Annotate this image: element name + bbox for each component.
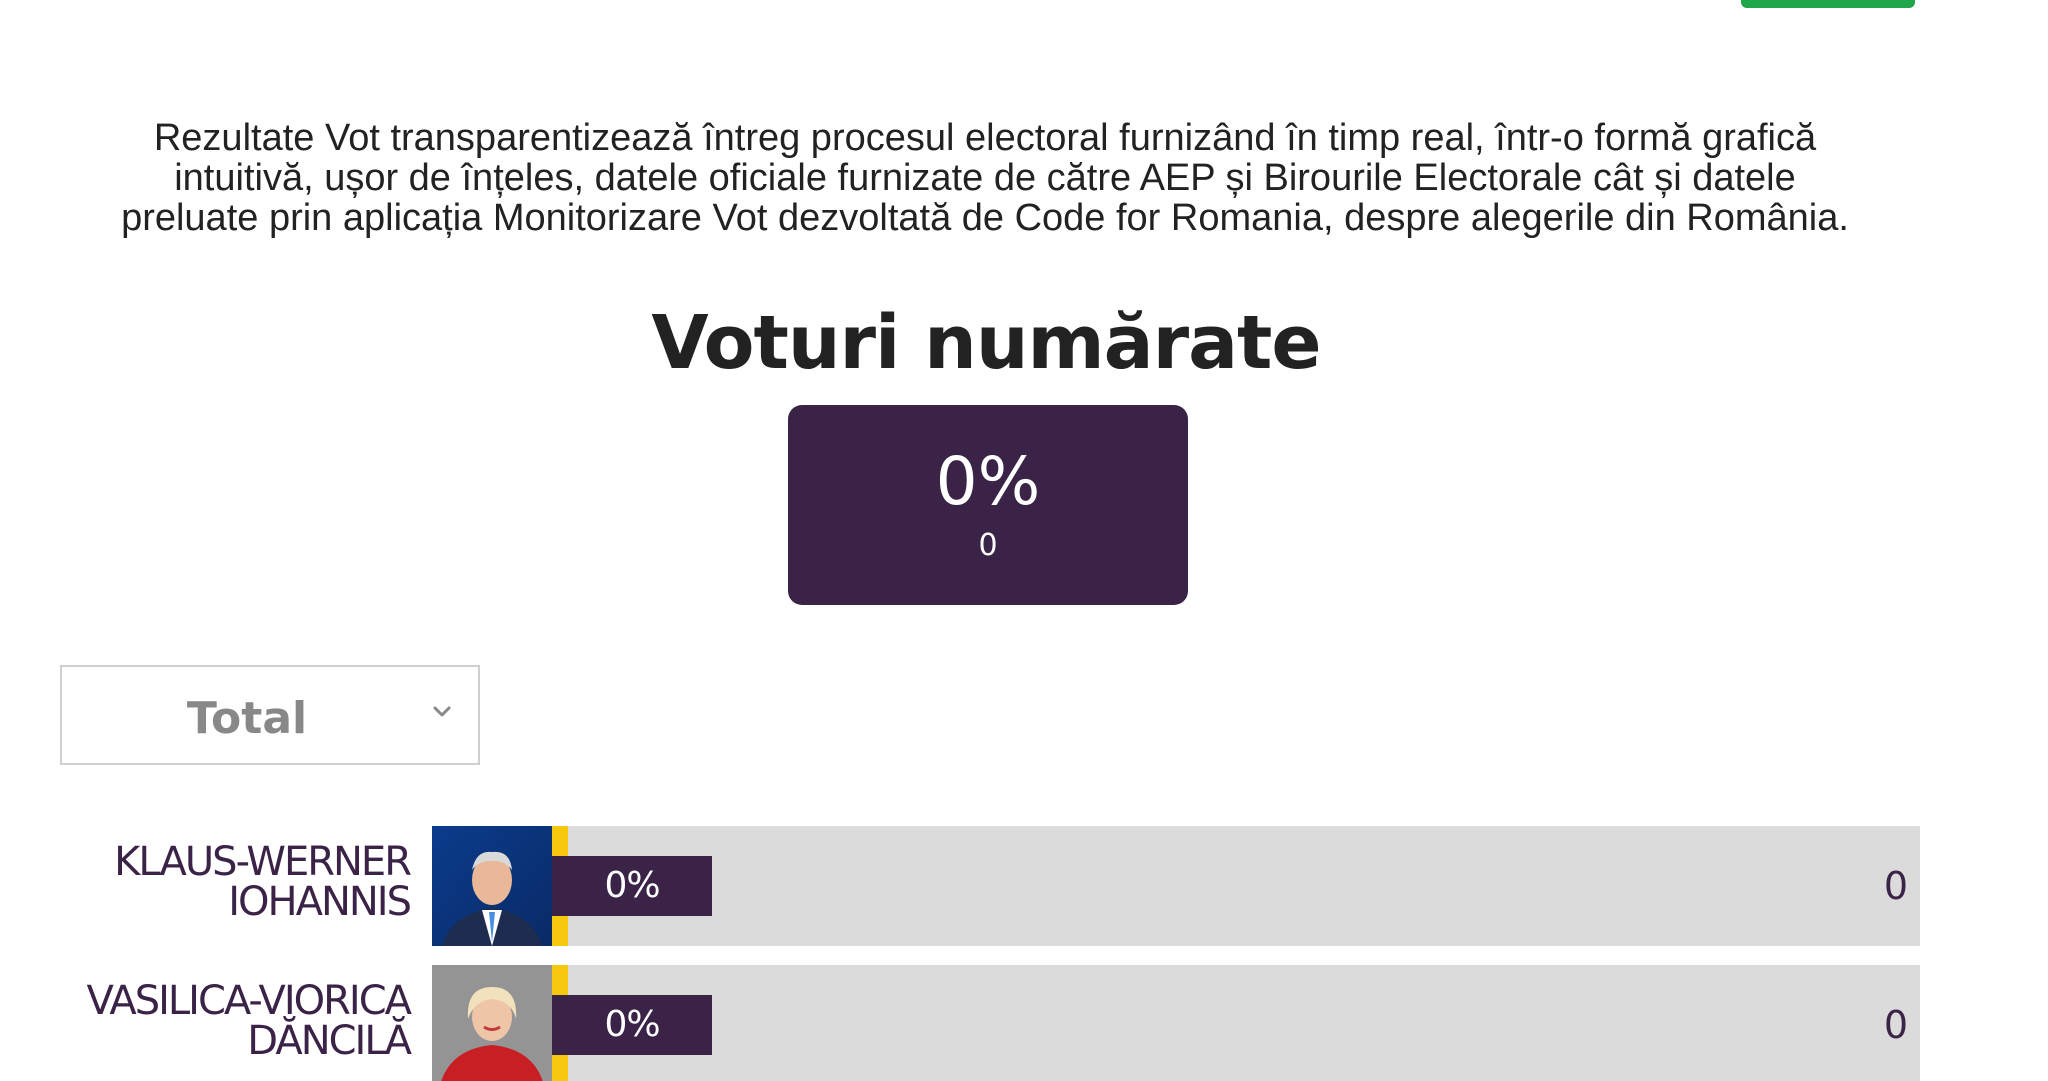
intro-line: intuitivă, ușor de înțeles, datele ofici… [174, 157, 1796, 199]
counted-votes-card: 0% 0 [788, 405, 1188, 605]
candidate-photo [432, 965, 552, 1081]
candidate-name: KLAUS-WERNER IOHANNIS [40, 839, 412, 925]
candidate-name-line: KLAUS-WERNER [114, 839, 412, 885]
region-filter-select[interactable]: Total [60, 665, 480, 765]
vote-percent-label: 0% [604, 865, 660, 906]
vote-percent-label: 0% [604, 1004, 660, 1045]
counted-count: 0 [978, 528, 998, 563]
intro-line: preluate prin aplicația Monitorizare Vot… [121, 197, 1849, 239]
counted-percent: 0% [935, 443, 1041, 520]
top-action-button[interactable] [1741, 0, 1915, 8]
intro-text: Rezultate Vot transparentizează întreg p… [60, 118, 1910, 238]
vote-count: 0 [1883, 1003, 1908, 1047]
candidate-name: VASILICA-VIORICA DĂNCILĂ [40, 978, 412, 1064]
vote-count: 0 [1883, 864, 1908, 908]
candidate-row: VASILICA-VIORICA DĂNCILĂ 0% 0 [0, 965, 2048, 1081]
vote-bar-track [568, 826, 1920, 946]
candidate-name-line: DĂNCILĂ [247, 1018, 412, 1064]
candidate-photo [432, 826, 552, 946]
intro-line: Rezultate Vot transparentizează întreg p… [153, 117, 1817, 159]
filter-selected-value: Total [186, 693, 308, 744]
candidate-row: KLAUS-WERNER IOHANNIS 0% 0 [0, 826, 2048, 946]
section-title: Voturi numărate [651, 300, 1321, 386]
candidate-name-line: VASILICA-VIORICA [86, 978, 412, 1024]
candidate-name-line: IOHANNIS [228, 879, 412, 925]
vote-bar-track [568, 965, 1920, 1081]
chevron-down-icon [433, 706, 451, 717]
